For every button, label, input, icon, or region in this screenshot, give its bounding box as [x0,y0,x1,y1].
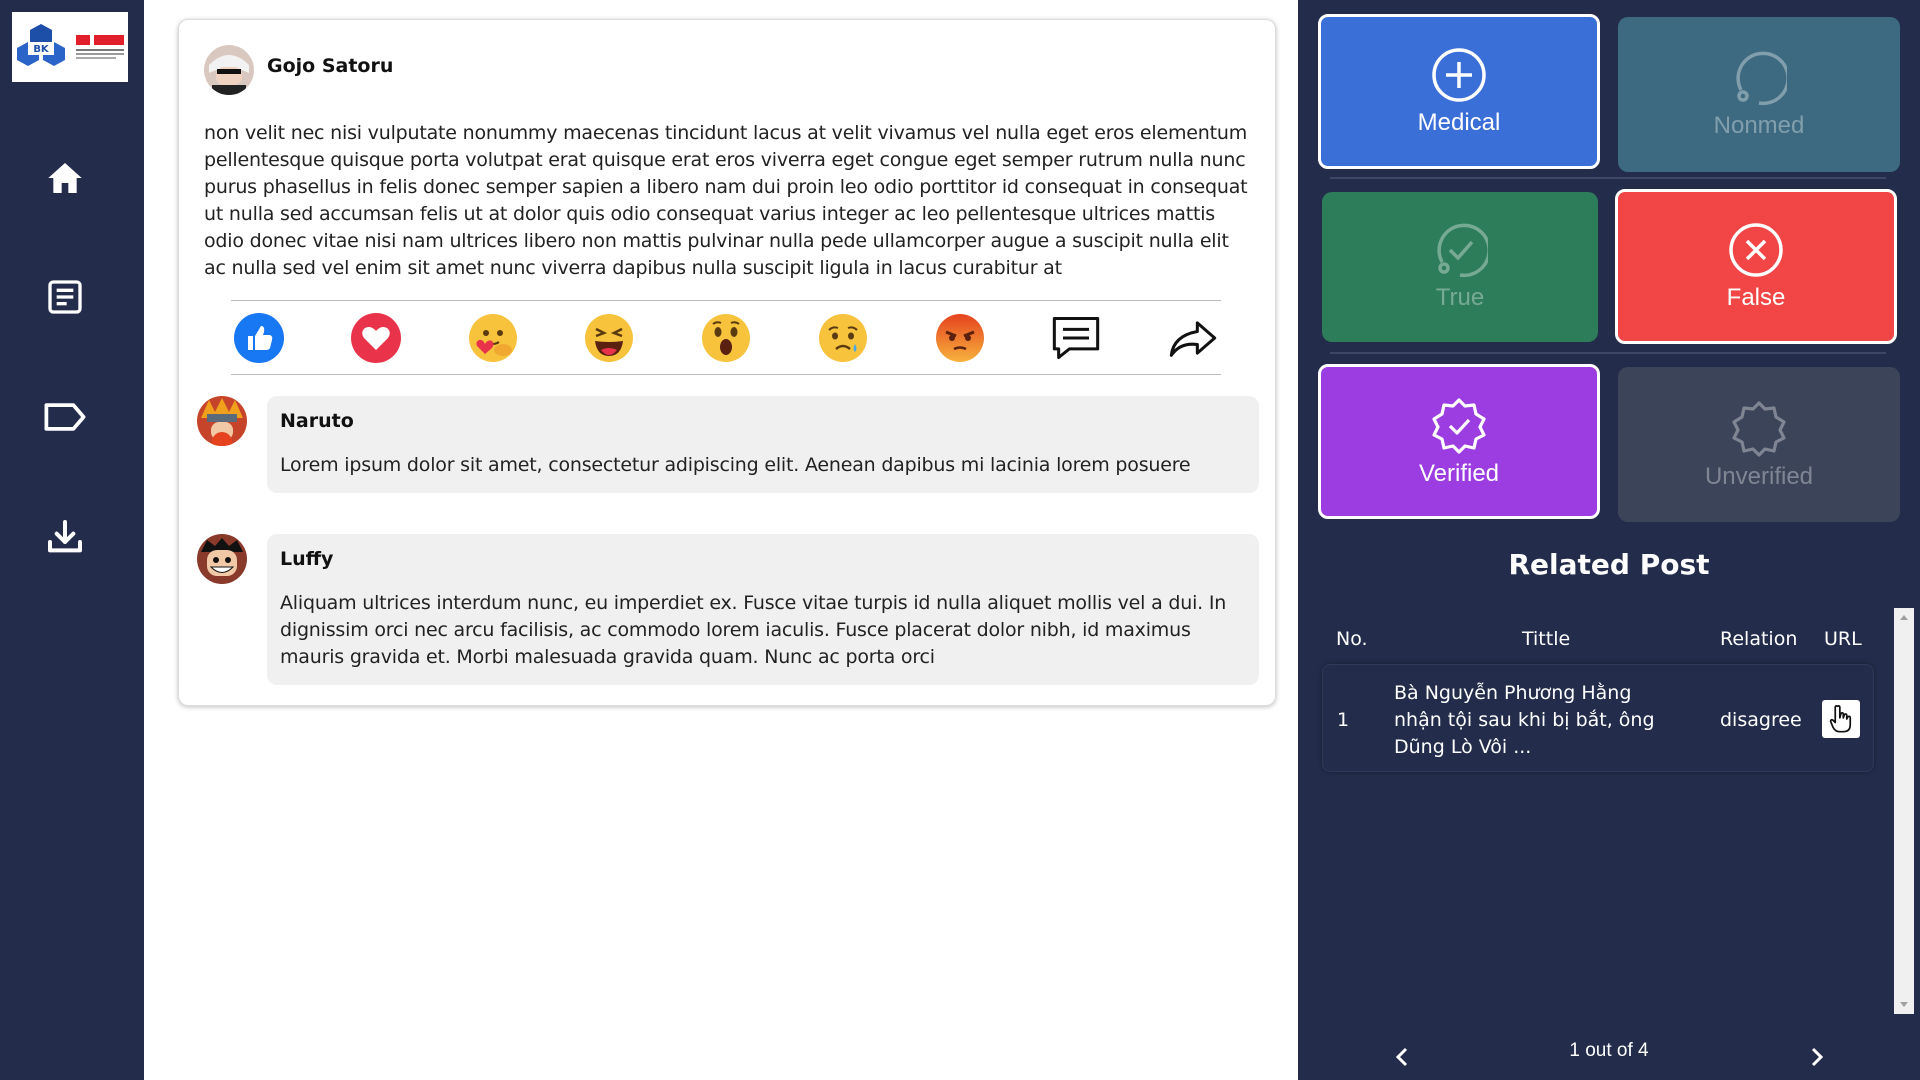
author-avatar[interactable] [204,45,254,95]
check-circle-icon [1437,223,1488,278]
sad-icon[interactable] [817,312,869,364]
home-icon[interactable] [40,153,90,203]
open-url-button[interactable] [1822,700,1860,738]
lab-logo-icon [76,35,124,59]
column-relation: Relation [1720,628,1798,650]
post-text: non velit nec nisi vulputate nonummy mae… [204,122,1248,279]
chevron-right-icon [1811,1047,1824,1067]
medical-button[interactable]: Medical [1318,14,1600,169]
verified-button[interactable]: Verified [1318,364,1600,519]
next-page-button[interactable] [1805,1045,1829,1069]
row-no: 1 [1337,709,1350,731]
comment-icon[interactable] [1050,312,1102,364]
true-label: True [1435,284,1485,311]
row-relation: disagree [1720,709,1802,731]
commenter-avatar[interactable] [197,396,247,446]
scroll-up-icon[interactable] [1894,608,1914,628]
pointer-hand-icon [1829,705,1852,733]
love-icon[interactable] [350,312,402,364]
divider [1330,352,1886,354]
false-button[interactable]: False [1615,189,1897,344]
false-label: False [1726,283,1786,311]
angry-icon[interactable] [934,312,986,364]
main-content: Gojo Satoru non velit nec nisi vulputate… [144,0,1298,1080]
share-icon[interactable] [1167,312,1219,364]
commenter-name[interactable]: Luffy [280,548,1245,570]
commenter-name[interactable]: Naruto [280,410,1245,432]
verified-label: Verified [1418,459,1500,487]
haha-icon[interactable] [583,312,635,364]
commenter-avatar[interactable] [197,534,247,584]
unverified-badge-icon [1732,400,1786,457]
author-name[interactable]: Gojo Satoru [267,55,393,77]
comment-bubble: Luffy Aliquam ultrices interdum nunc, eu… [267,534,1259,685]
column-no: No. [1336,628,1368,650]
verified-badge-icon [1432,397,1486,454]
medical-label: Medical [1417,108,1501,136]
column-url: URL [1824,628,1862,650]
wow-icon[interactable] [700,312,752,364]
post-card: Gojo Satoru non velit nec nisi vulputate… [178,19,1276,706]
comment-text: Lorem ipsum dolor sit amet, consectetur … [280,454,1191,476]
row-title: Bà Nguyễn Phương Hằng nhận tội sau khi b… [1394,682,1655,758]
related-post-title: Related Post [1508,548,1710,581]
logo: BK [12,12,128,82]
sidebar: BK [0,0,144,1080]
unverified-button[interactable]: Unverified [1618,367,1900,522]
comment-text: Aliquam ultrices interdum nunc, eu imper… [280,592,1227,668]
divider [1330,177,1886,179]
column-title: Tittle [1522,628,1571,650]
true-button[interactable]: True [1322,192,1598,342]
x-circle-icon [1729,222,1783,277]
nonmed-label: Nonmed [1713,111,1805,139]
like-icon[interactable] [233,312,285,364]
care-icon[interactable] [467,312,519,364]
plus-circle-icon [1432,47,1486,102]
tag-icon[interactable] [40,392,90,442]
svg-text:BK: BK [33,44,50,55]
download-icon[interactable] [40,512,90,562]
comment-bubble: Naruto Lorem ipsum dolor sit amet, conse… [267,396,1259,493]
reaction-bar [231,300,1221,375]
unverified-label: Unverified [1704,462,1814,490]
loading-circle-icon [1736,51,1787,105]
bk-logo-icon: BK [17,24,65,66]
scrollbar[interactable] [1894,608,1914,1014]
scroll-down-icon[interactable] [1894,994,1914,1014]
document-icon[interactable] [40,272,90,322]
nonmed-button[interactable]: Nonmed [1618,17,1900,172]
